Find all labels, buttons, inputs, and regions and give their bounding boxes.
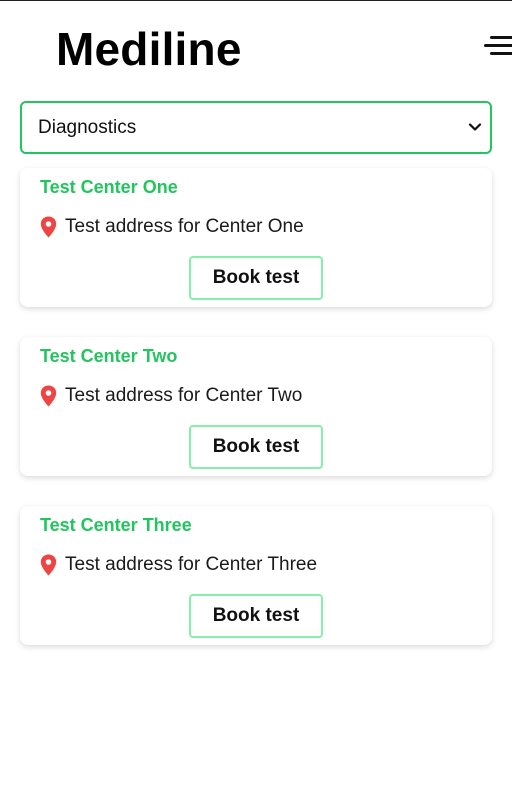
center-name[interactable]: Test Center Two xyxy=(40,346,177,367)
map-pin-icon xyxy=(40,554,57,576)
center-address: Test address for Center One xyxy=(65,216,304,237)
center-address: Test address for Center Two xyxy=(65,385,303,406)
center-address-row: Test address for Center One xyxy=(40,215,304,239)
test-center-card: Test Center Two Test address for Center … xyxy=(20,337,492,476)
map-pin-icon xyxy=(40,216,57,238)
chevron-down-icon xyxy=(468,123,482,131)
test-center-card: Test Center Three Test address for Cente… xyxy=(20,506,492,645)
test-center-card: Test Center One Test address for Center … xyxy=(20,168,492,307)
book-test-button[interactable]: Book test xyxy=(189,594,323,638)
center-address: Test address for Center Three xyxy=(65,554,318,575)
book-test-button[interactable]: Book test xyxy=(189,425,323,469)
center-name[interactable]: Test Center Three xyxy=(40,515,192,536)
book-test-button[interactable]: Book test xyxy=(189,256,323,300)
center-address-row: Test address for Center Two xyxy=(40,384,302,408)
map-pin-icon xyxy=(40,385,57,407)
center-address-row: Test address for Center Three xyxy=(40,553,317,577)
hamburger-menu-icon[interactable] xyxy=(484,34,512,58)
category-select-value: Diagnostics xyxy=(38,117,137,138)
center-name[interactable]: Test Center One xyxy=(40,177,178,198)
category-select[interactable]: Diagnostics xyxy=(20,101,492,154)
app-logo[interactable]: Mediline xyxy=(56,22,242,76)
app-header: Mediline xyxy=(0,0,512,96)
